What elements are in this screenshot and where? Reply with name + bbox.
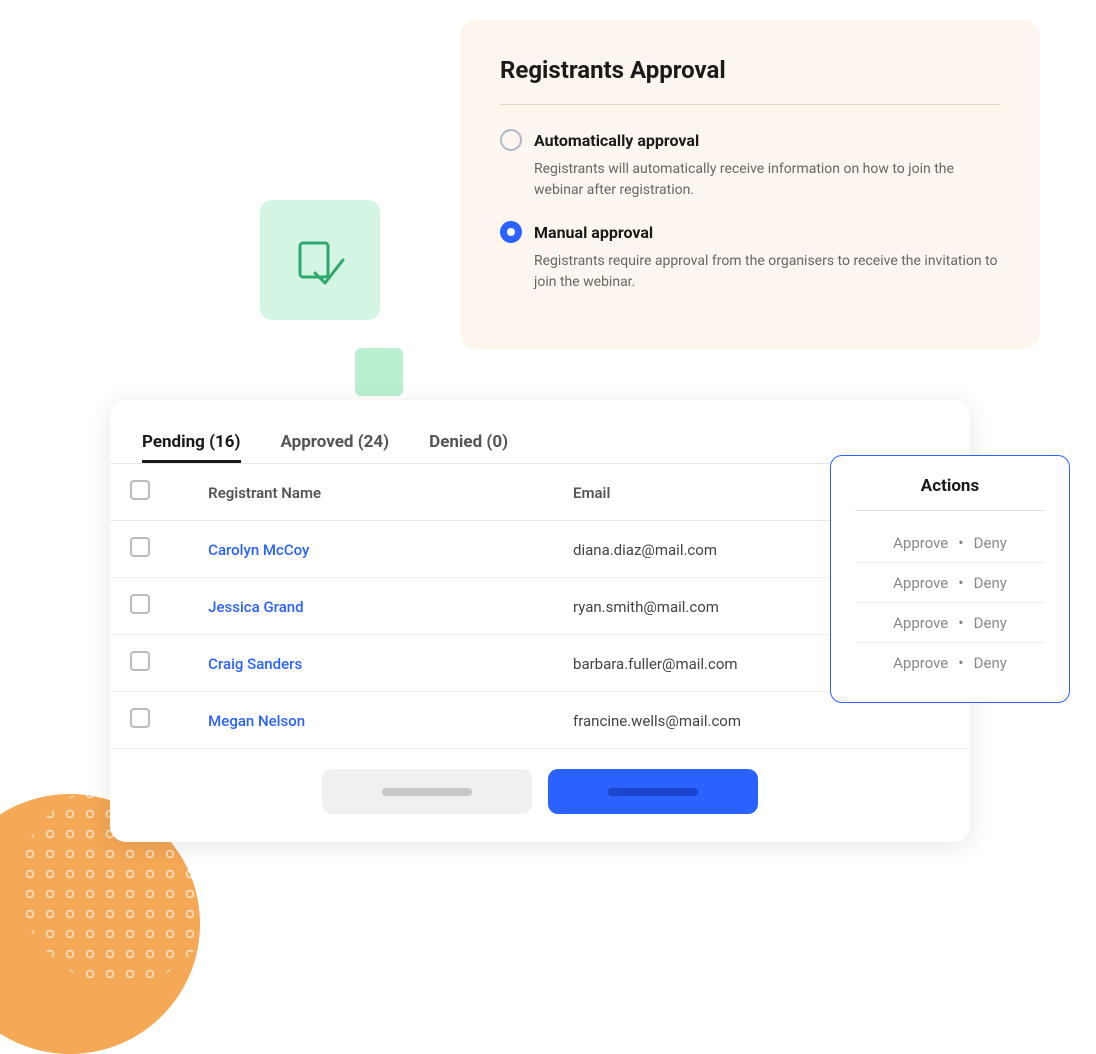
manual-approval-label: Manual approval	[534, 223, 653, 242]
auto-approval-desc: Registrants will automatically receive i…	[500, 159, 1000, 201]
col-header-email: Email	[573, 484, 610, 502]
action-dot-1: •	[958, 573, 963, 592]
action-row-2: Approve • Deny	[855, 603, 1045, 643]
action-row-3: Approve • Deny	[855, 643, 1045, 682]
row-checkbox-3[interactable]	[130, 708, 150, 728]
approve-button-0[interactable]: Approve	[893, 534, 948, 552]
registrant-email-3: francine.wells@mail.com	[573, 712, 741, 730]
deny-button-0[interactable]: Deny	[974, 534, 1007, 552]
col-header-name: Registrant Name	[208, 484, 321, 502]
tab-approved[interactable]: Approved (24)	[281, 424, 390, 463]
action-dot-3: •	[958, 653, 963, 672]
action-row-1: Approve • Deny	[855, 563, 1045, 603]
confirm-button[interactable]	[548, 769, 758, 814]
deco-green-square	[260, 200, 380, 320]
row-checkbox-1[interactable]	[130, 594, 150, 614]
registrant-email-2: barbara.fuller@mail.com	[573, 655, 738, 673]
row-checkbox-2[interactable]	[130, 651, 150, 671]
select-all-checkbox[interactable]	[130, 480, 150, 500]
deco-small-green	[355, 348, 403, 396]
manual-approval-desc: Registrants require approval from the or…	[500, 251, 1000, 293]
registrant-name-1[interactable]: Jessica Grand	[208, 598, 303, 616]
radio-manual[interactable]	[500, 221, 522, 243]
deny-button-3[interactable]: Deny	[974, 654, 1007, 672]
radio-auto[interactable]	[500, 129, 522, 151]
deny-button-2[interactable]: Deny	[974, 614, 1007, 632]
approve-button-2[interactable]: Approve	[893, 614, 948, 632]
actions-panel: Actions Approve • Deny Approve • Deny Ap…	[830, 455, 1070, 703]
actions-divider	[855, 510, 1045, 511]
auto-approval-label: Automatically approval	[534, 131, 699, 150]
approve-button-1[interactable]: Approve	[893, 574, 948, 592]
registrant-name-0[interactable]: Carolyn McCoy	[208, 541, 309, 559]
approve-button-3[interactable]: Approve	[893, 654, 948, 672]
registrant-email-0: diana.diaz@mail.com	[573, 541, 717, 559]
registrant-email-1: ryan.smith@mail.com	[573, 598, 719, 616]
row-checkbox-0[interactable]	[130, 537, 150, 557]
table-footer	[110, 749, 970, 842]
action-row-0: Approve • Deny	[855, 523, 1045, 563]
tab-denied[interactable]: Denied (0)	[429, 424, 508, 463]
registrant-name-3[interactable]: Megan Nelson	[208, 712, 305, 730]
cancel-button[interactable]	[322, 769, 532, 814]
action-dot-0: •	[958, 533, 963, 552]
approval-divider	[500, 104, 1000, 105]
approval-panel: Registrants Approval Automatically appro…	[460, 20, 1040, 349]
deny-button-1[interactable]: Deny	[974, 574, 1007, 592]
manual-approval-option[interactable]: Manual approval Registrants require appr…	[500, 221, 1000, 293]
actions-title: Actions	[855, 476, 1045, 496]
approval-title: Registrants Approval	[500, 56, 1000, 84]
tab-pending[interactable]: Pending (16)	[142, 424, 241, 463]
action-dot-2: •	[958, 613, 963, 632]
auto-approval-option[interactable]: Automatically approval Registrants will …	[500, 129, 1000, 201]
registrant-name-2[interactable]: Craig Sanders	[208, 655, 302, 673]
